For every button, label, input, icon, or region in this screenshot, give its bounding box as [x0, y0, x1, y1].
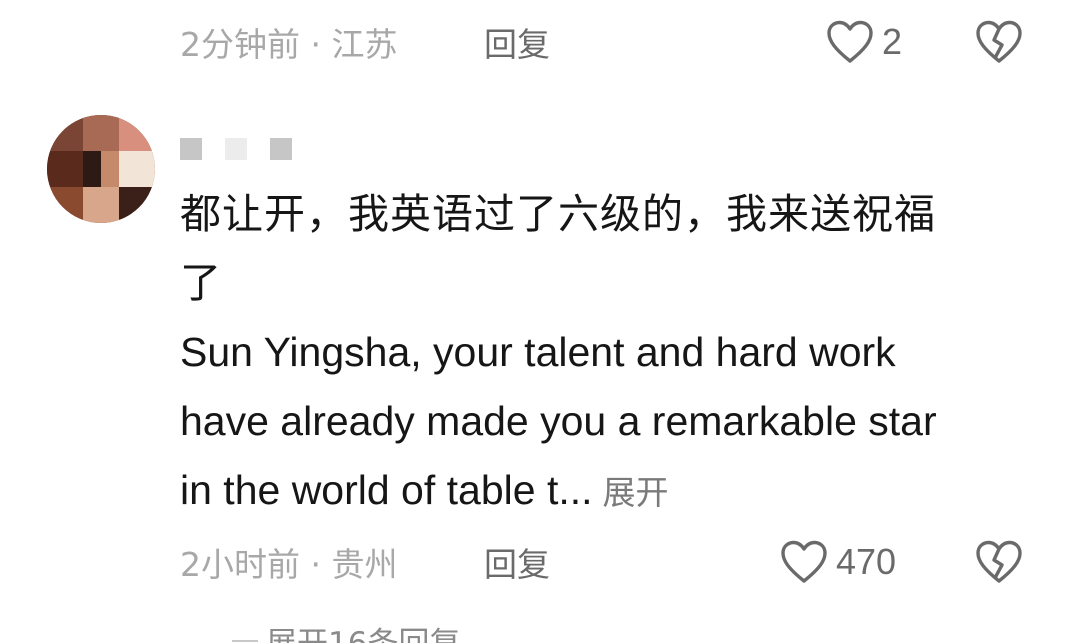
divider [232, 639, 258, 642]
reply-button[interactable]: 回复 [484, 18, 550, 66]
comment-line: 都让开，我英语过了六级的，我来送祝福 [180, 190, 936, 238]
comment-body: 都让开，我英语过了六级的，我来送祝福 了 Sun Yingsha, your t… [180, 180, 1020, 527]
comment-line-text: in the world of table t... [180, 467, 593, 513]
username-redaction [225, 138, 247, 160]
heart-outline-icon [780, 540, 828, 584]
broken-heart-icon[interactable] [975, 540, 1023, 584]
comment-meta: 2小时前 · 贵州 回复 470 [180, 535, 1030, 589]
heart-outline-icon [826, 20, 874, 64]
like-count: 2 [882, 21, 903, 62]
comment-line: Sun Yingsha, your talent and hard work [180, 329, 896, 375]
comment-line-last: in the world of table t... 展开 [180, 456, 1020, 527]
username[interactable] [180, 138, 300, 160]
expand-replies-button[interactable]: 展开16条回复 ⌄ [232, 618, 496, 643]
broken-heart-icon[interactable] [975, 20, 1023, 64]
reply-button[interactable]: 回复 [484, 538, 550, 586]
like-button[interactable]: 470 [780, 540, 896, 584]
comment-line: have already made you a remarkable star [180, 398, 937, 444]
expand-replies-label: 展开16条回复 ⌄ [266, 618, 496, 643]
expand-text-link[interactable]: 展开 [603, 473, 669, 512]
avatar[interactable] [47, 115, 155, 223]
username-redaction [180, 138, 202, 160]
username-redaction [270, 138, 292, 160]
comment-time-location: 2小时前 · 贵州 [180, 545, 398, 584]
comment-section: 2分钟前 · 江苏 回复 2 都让开，我英语过了六级的，我来送祝福 了 Sun … [0, 0, 1080, 643]
comment-line: 了 [180, 259, 222, 307]
like-button[interactable]: 2 [826, 20, 902, 64]
comment-time-location: 2分钟前 · 江苏 [180, 25, 398, 64]
like-count: 470 [836, 541, 897, 582]
previous-comment-meta: 2分钟前 · 江苏 回复 2 [180, 15, 1030, 69]
